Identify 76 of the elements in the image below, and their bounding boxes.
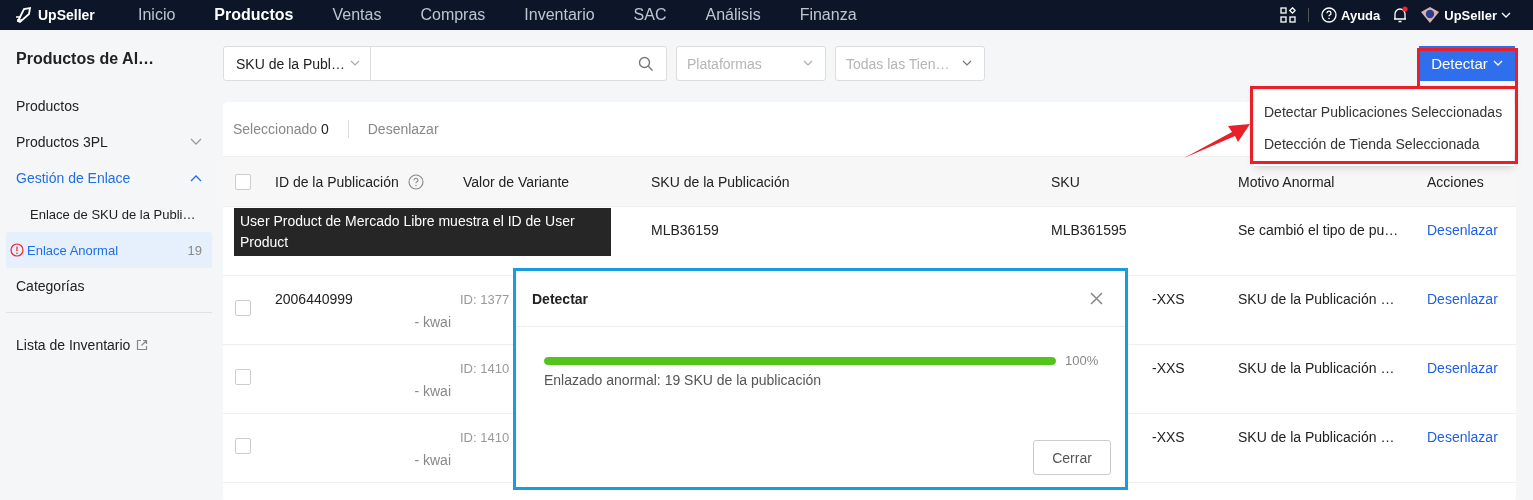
nav-tab[interactable]: Finanza xyxy=(799,6,857,24)
brand-name: UpSeller xyxy=(38,7,95,23)
sidebar-item[interactable]: Productos xyxy=(6,88,212,124)
help-icon[interactable] xyxy=(407,173,424,190)
account-menu[interactable]: UpSeller xyxy=(1420,6,1511,24)
unlink-link[interactable]: Desenlazar xyxy=(1427,360,1498,376)
table-cell: -XXS xyxy=(1152,429,1185,445)
tooltip: User Product de Mercado Libre muestra el ID de User Product xyxy=(234,208,611,256)
sidebar-subitem[interactable]: Enlace Anormal 19 xyxy=(6,232,212,268)
close-icon[interactable] xyxy=(1090,292,1103,305)
column-header: Valor de Variante xyxy=(463,173,570,190)
table-cell: ID: 1410 xyxy=(460,430,510,445)
table-cell: MLB361595 xyxy=(1051,222,1127,238)
column-header: ID de la Publicación xyxy=(275,173,399,190)
unlink-link[interactable]: Desenlazar xyxy=(1427,222,1498,238)
menu-item[interactable]: Detección de Tienda Seleccionada xyxy=(1254,128,1514,160)
sidebar-item[interactable]: Lista de Inventario xyxy=(6,327,212,363)
caret-icon xyxy=(962,60,972,67)
checkbox[interactable] xyxy=(235,369,251,385)
table-cell: -XXS xyxy=(1152,291,1185,307)
nav-tab[interactable]: Compras xyxy=(420,6,486,24)
column-header: SKU de la Publicación xyxy=(651,173,790,190)
table-cell: Se cambió el tipo de pu… xyxy=(1238,222,1399,238)
table-cell: -XXS xyxy=(1152,360,1185,376)
checkbox[interactable] xyxy=(235,173,251,190)
help-icon xyxy=(1321,7,1337,23)
apps-grid-icon[interactable] xyxy=(1280,7,1296,23)
unlink-link[interactable]: Desenlazar xyxy=(1427,429,1498,445)
table-cell: SKU de la Publicación … xyxy=(1238,291,1395,307)
nav-tab[interactable]: Productos xyxy=(214,6,294,24)
caret-icon xyxy=(1501,11,1511,19)
variant-name: - kwai xyxy=(414,314,451,330)
column-header: Motivo Anormal xyxy=(1238,173,1335,190)
external-link-icon xyxy=(136,339,149,351)
table-cell: SKU de la Publicación … xyxy=(1238,360,1395,376)
dialog-title: Detectar xyxy=(532,290,589,307)
nav-tab[interactable]: Inicio xyxy=(138,6,176,24)
sidebar-item[interactable]: Categorías xyxy=(6,268,212,304)
nav-tab[interactable]: Análisis xyxy=(705,6,761,24)
logo-icon xyxy=(14,5,34,25)
selected-count: Seleccionado 0 xyxy=(233,121,329,137)
search-icon[interactable] xyxy=(638,55,654,72)
column-header: SKU xyxy=(1051,173,1080,190)
checkbox[interactable] xyxy=(235,438,251,454)
checkbox[interactable] xyxy=(235,300,251,316)
unlink-link[interactable]: Desenlazar xyxy=(1427,291,1498,307)
table-cell: SKU de la Publicación … xyxy=(1238,429,1395,445)
result-message: Enlazado anormal: 19 SKU de la publicación xyxy=(544,372,823,388)
caret-icon xyxy=(350,60,360,67)
column-header: Acciones xyxy=(1427,173,1484,190)
menu-item[interactable]: Detectar Publicaciones Seleccionadas xyxy=(1254,96,1514,128)
search-field[interactable] xyxy=(371,46,667,81)
table-cell: ID: 1410 xyxy=(460,361,510,376)
help-link[interactable]: Ayuda xyxy=(1321,7,1381,23)
sidebar-title: Productos de Al… xyxy=(15,50,156,69)
table-cell-text: 2006440999 xyxy=(275,291,354,307)
nav-tab[interactable]: Inventario xyxy=(524,6,595,24)
close-button[interactable]: Cerrar xyxy=(1033,440,1111,475)
field-select[interactable]: SKU de la Publ… xyxy=(223,46,371,81)
caret-icon xyxy=(1492,60,1503,67)
sidebar-item[interactable]: Productos 3PL xyxy=(6,124,212,160)
bell-icon[interactable] xyxy=(1392,6,1409,24)
table-cell: ID: 1377 xyxy=(460,292,510,307)
chevron-icon xyxy=(190,138,202,146)
avatar-icon xyxy=(1420,6,1441,24)
sidebar-item[interactable]: Gestión de Enlace xyxy=(6,160,212,196)
caret-icon xyxy=(803,60,813,67)
nav-tab[interactable]: Ventas xyxy=(332,6,382,24)
progress-percent: 100% xyxy=(1065,353,1099,368)
unlink-button[interactable]: Desenlazar xyxy=(367,121,439,137)
chevron-icon xyxy=(190,174,202,182)
variant-name: - kwai xyxy=(414,383,451,399)
table-cell: MLB36159 xyxy=(651,222,719,238)
nav-tab[interactable]: SAC xyxy=(633,6,667,24)
variant-name: - kwai xyxy=(414,452,451,468)
sidebar-subitem[interactable]: Enlace de SKU de la Publi… xyxy=(6,196,212,232)
